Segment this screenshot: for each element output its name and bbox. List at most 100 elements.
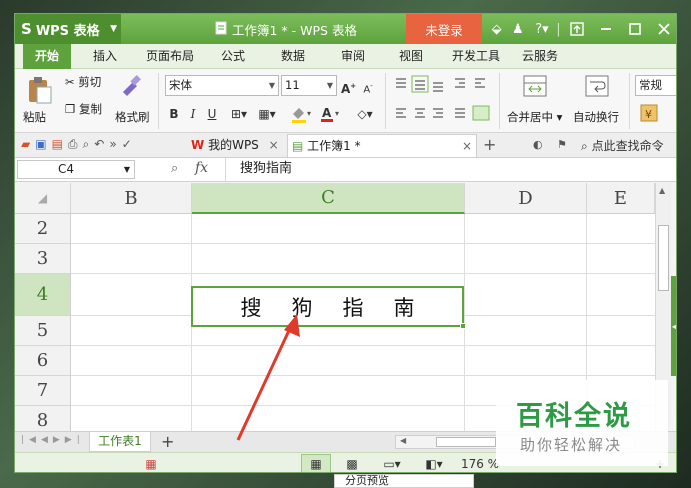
help-icon[interactable]: ? ▾	[529, 22, 554, 37]
shirt-icon[interactable]: ♟	[506, 22, 529, 37]
fx-button[interactable]: fx	[195, 160, 208, 176]
column-header-c[interactable]: C	[192, 183, 465, 214]
more-icon[interactable]: ✓	[122, 137, 137, 151]
sheet-nav-icons[interactable]: |◀◀▶▶|	[21, 435, 85, 445]
divider	[499, 73, 500, 129]
skin-icon[interactable]: ⬙	[487, 22, 506, 37]
currency-format-icon[interactable]: ¥	[639, 103, 659, 123]
scroll-thumb[interactable]	[436, 437, 496, 447]
restore-ribbon-icon[interactable]	[562, 22, 591, 36]
column-header-d[interactable]: D	[465, 183, 587, 214]
redo-more-icon[interactable]: »	[109, 137, 121, 151]
chevron-down-icon: ▼	[123, 165, 130, 174]
font-color-icon[interactable]: A ▾	[319, 105, 343, 123]
merge-center-icon[interactable]	[523, 75, 547, 97]
minimize-icon[interactable]	[591, 23, 620, 35]
row-header-4[interactable]: 4	[15, 274, 71, 316]
shrink-font-icon[interactable]: A-	[361, 77, 375, 95]
scroll-left-icon[interactable]: ◀	[400, 436, 406, 445]
command-search[interactable]: ⌕ 点此查找命令	[581, 137, 664, 154]
row-header-7[interactable]: 7	[15, 376, 71, 406]
normal-view-icon[interactable]: ▦	[301, 454, 331, 472]
login-button[interactable]: 未登录	[406, 14, 482, 44]
cut-button[interactable]: ✂ 剪切	[65, 74, 101, 90]
maximize-icon[interactable]	[620, 23, 649, 35]
chevron-down-icon: ▼	[268, 81, 275, 90]
row-header-8[interactable]: 8	[15, 406, 71, 431]
close-icon[interactable]: ×	[269, 138, 279, 152]
tab-cloud[interactable]: 云服务	[515, 44, 565, 69]
wrap-text-icon[interactable]	[585, 75, 609, 97]
save-icon[interactable]: ▣	[35, 137, 51, 151]
tab-my-wps[interactable]: W 我的WPS ×	[187, 134, 287, 157]
row-header-5[interactable]: 5	[15, 316, 71, 346]
watermark-title: 百科全说	[516, 401, 632, 432]
zoom-lookup-icon[interactable]: ⌕	[171, 161, 178, 176]
column-header-b[interactable]: B	[71, 183, 192, 214]
fill-color-icon[interactable]: ▾	[289, 105, 315, 123]
close-icon[interactable]: ×	[462, 135, 472, 158]
copy-button[interactable]: ❐ 复制	[65, 101, 102, 117]
tab-review[interactable]: 审阅	[333, 44, 373, 69]
quick-access-toolbar[interactable]: ▰▣▤⎙⌕↶»✓	[21, 137, 171, 154]
page-layout-view-icon[interactable]: ▭▾	[377, 454, 407, 472]
column-header-e[interactable]: E	[587, 183, 655, 214]
formula-input[interactable]: 搜狗指南	[225, 158, 676, 181]
select-all-corner[interactable]: ◢	[15, 183, 71, 214]
paste-label[interactable]: 粘贴	[23, 109, 46, 125]
reading-mode-icon[interactable]: ◧▾	[419, 454, 449, 472]
tab-formulas[interactable]: 公式	[213, 44, 253, 69]
font-name-select[interactable]: 宋体 ▼	[165, 75, 279, 96]
pdf-icon[interactable]: ▤	[52, 137, 68, 151]
row-header-6[interactable]: 6	[15, 346, 71, 376]
calendar-icon[interactable]: ▦	[143, 454, 159, 472]
side-panel-toggle[interactable]: ◀	[671, 276, 676, 376]
divider	[158, 73, 159, 129]
tab-developer[interactable]: 开发工具	[445, 44, 507, 69]
wrap-text-label[interactable]: 自动换行	[573, 109, 619, 125]
gridline	[71, 345, 655, 346]
scroll-up-icon[interactable]: ▲	[659, 186, 665, 195]
name-box[interactable]: C4 ▼	[17, 160, 135, 179]
row-header-3[interactable]: 3	[15, 244, 71, 274]
add-sheet-button[interactable]: +	[161, 432, 174, 451]
format-painter-label[interactable]: 格式刷	[115, 109, 150, 125]
new-tab-icon[interactable]: +	[483, 135, 496, 154]
row-header-2[interactable]: 2	[15, 214, 71, 244]
paste-icon[interactable]	[25, 75, 53, 105]
search-icon: ⌕	[581, 139, 588, 153]
merge-center-button[interactable]: 合并居中 ▾	[507, 109, 562, 125]
print-icon[interactable]: ⎙	[68, 137, 83, 151]
tab-data[interactable]: 数据	[273, 44, 313, 69]
gridline	[71, 243, 655, 244]
bold-button[interactable]: B	[167, 105, 181, 123]
fill-handle[interactable]	[460, 323, 466, 329]
close-icon[interactable]	[649, 23, 676, 35]
tab-page-layout[interactable]: 页面布局	[139, 44, 201, 69]
flag-icon[interactable]: ⚑	[557, 138, 567, 151]
italic-button[interactable]: I	[186, 105, 200, 123]
tab-workbook[interactable]: ▤ 工作簿1 * ×	[287, 134, 477, 157]
underline-button[interactable]: U	[205, 105, 219, 123]
brush-icon[interactable]	[119, 74, 141, 96]
undo-icon[interactable]: ↶	[94, 137, 109, 151]
app-menu-button[interactable]: S WPS 表格 ▼	[15, 14, 121, 44]
cloud-icon[interactable]: ◐	[533, 138, 543, 151]
sheet-tab-1[interactable]: 工作表1	[89, 432, 151, 452]
tab-insert[interactable]: 插入	[85, 44, 125, 69]
help-label: ?	[535, 21, 543, 37]
grow-font-icon[interactable]: A+	[341, 77, 356, 96]
tab-home[interactable]: 开始	[23, 44, 71, 69]
preview-icon[interactable]: ⌕	[83, 137, 95, 151]
selected-cell-c4[interactable]: 搜狗指南	[191, 286, 464, 327]
number-format-select[interactable]: 常规	[635, 75, 676, 96]
page-break-view-icon[interactable]: ▩	[337, 454, 367, 472]
sheet-doc-icon: ▤	[292, 139, 304, 153]
open-folder-icon[interactable]: ▰	[21, 137, 35, 151]
scroll-thumb[interactable]	[658, 225, 669, 291]
clear-format-icon[interactable]: ◇▾	[353, 105, 377, 123]
cell-style-icon[interactable]: ▦▾	[255, 105, 279, 123]
tab-view[interactable]: 视图	[391, 44, 431, 69]
font-size-select[interactable]: 11 ▼	[281, 75, 337, 96]
border-icon[interactable]: ⊞▾	[227, 105, 251, 123]
